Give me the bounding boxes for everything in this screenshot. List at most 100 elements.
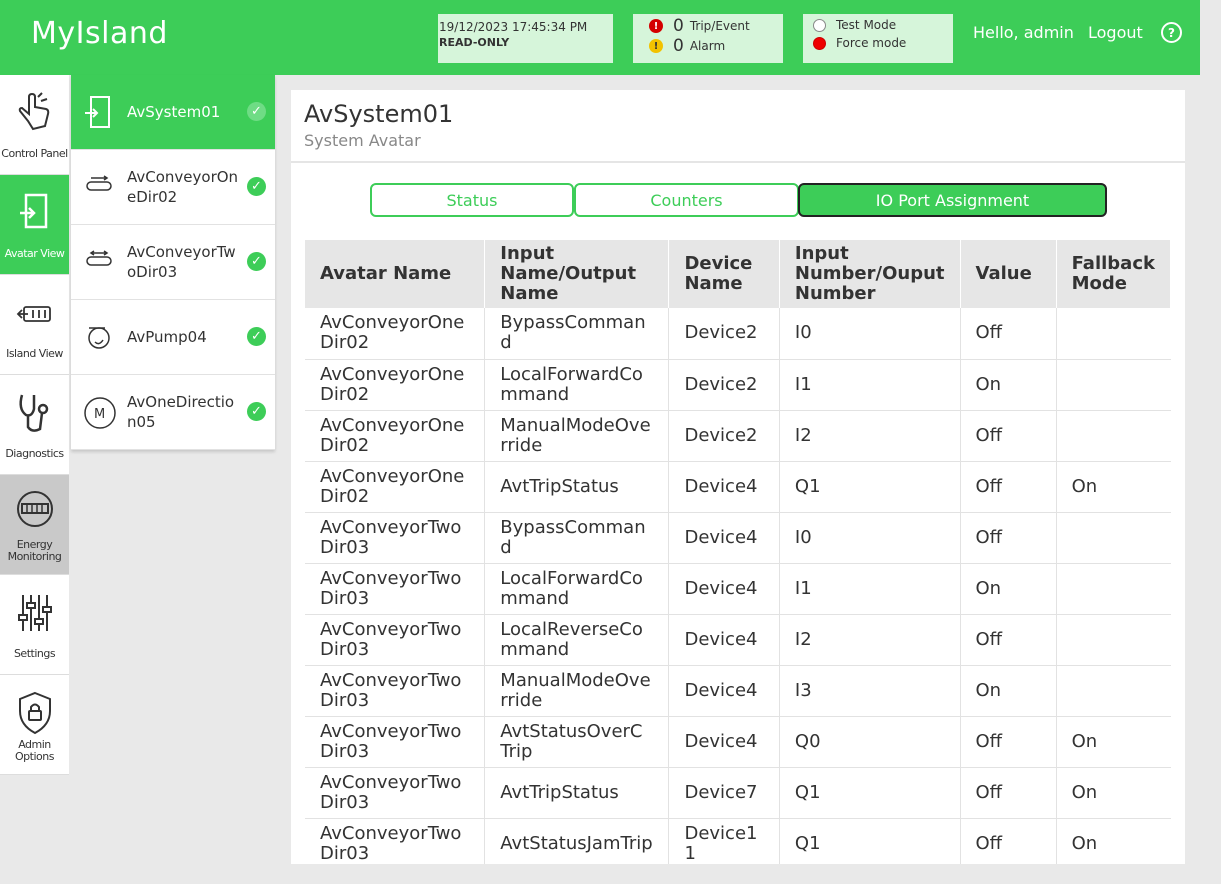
table-cell: On [1056, 818, 1171, 864]
avatar-list: AvSystem01 ✓ AvConveyorOneDir02 ✓ AvConv… [71, 75, 275, 450]
table-cell: Off [960, 716, 1057, 768]
table-row: AvConveyorOneDir02 LocalForwardCommand Dev… [305, 359, 1171, 411]
trip-count: 0 [673, 16, 684, 36]
column-header[interactable]: Value [960, 240, 1057, 308]
table-row: AvConveyorTwoDir03 LocalForwardCommand Dev… [305, 563, 1171, 615]
nav-avatar-view[interactable]: Avatar View [0, 175, 69, 275]
avatar-icon [20, 193, 48, 229]
table-cell: On [960, 359, 1057, 411]
table-cell: AvConveyorTwoDir03 [305, 716, 486, 768]
nav-label-avatar-view: Avatar View [4, 247, 65, 260]
table-cell: Device11 [668, 818, 780, 864]
avatar-list-item-conveyor-one-dir02[interactable]: AvConveyorOneDir02 ✓ [71, 150, 275, 225]
nav-admin-options[interactable]: Admin Options [0, 675, 69, 775]
logout-link[interactable]: Logout [1088, 23, 1143, 42]
column-header[interactable]: Avatar Name [305, 240, 486, 308]
table-row: AvConveyorTwoDir03 BypassCommand Device4 I0… [305, 512, 1171, 564]
table-cell: AvtStatusJamTrip [484, 818, 670, 864]
island-icon [16, 306, 51, 322]
test-mode-label: Test Mode [836, 18, 897, 32]
table-cell: Off [960, 461, 1057, 513]
conveyor-one-dir-icon [86, 175, 112, 191]
column-header[interactable]: Input Number/Ouput Number [779, 240, 961, 308]
table-row: AvConveyorTwoDir03 AvtStatusOverCTrip Devi… [305, 716, 1171, 768]
table-cell: Off [960, 614, 1057, 666]
force-mode-row[interactable]: Force mode [813, 36, 906, 50]
avatar-name: AvConveyorTwoDir03 [127, 243, 236, 281]
avatar-list-item-conveyor-two-dir03[interactable]: AvConveyorTwoDir03 ✓ [71, 225, 275, 300]
force-mode-label: Force mode [836, 36, 907, 50]
table-cell: AvConveyorOneDir02 [305, 308, 486, 360]
table-row: AvConveyorTwoDir03 AvtStatusJamTrip Device… [305, 818, 1171, 864]
table-cell: Q1 [779, 461, 961, 513]
tab-counters[interactable]: Counters [574, 183, 799, 217]
table-cell: AvConveyorTwoDir03 [305, 767, 486, 819]
test-mode-radio-icon[interactable] [813, 18, 826, 32]
table-cell: I2 [779, 410, 961, 462]
table-cell: I1 [779, 359, 961, 411]
avatar-list-item-pump04[interactable]: AvPump04 ✓ [71, 300, 275, 375]
table-cell: Q1 [779, 767, 961, 819]
table-cell: Device4 [668, 563, 780, 615]
conveyor-two-dir-icon [86, 250, 112, 266]
ok-check-icon: ✓ [247, 252, 266, 271]
sliders-icon [18, 595, 52, 631]
system-avatar-icon [85, 96, 110, 128]
table-cell: AvConveyorTwoDir03 [305, 614, 486, 666]
table-cell: AvConveyorTwoDir03 [305, 818, 486, 864]
table-cell [1056, 665, 1171, 717]
table-row: AvConveyorOneDir02 BypassCommand Device2 I0… [305, 308, 1171, 360]
alarm-count: 0 [673, 36, 684, 56]
nav-label-island-view: Island View [6, 347, 63, 360]
ok-check-icon: ✓ [247, 402, 266, 421]
table-cell: Off [960, 410, 1057, 462]
table-cell: Device2 [668, 359, 780, 411]
help-icon[interactable]: ? [1161, 22, 1182, 43]
table-row: AvConveyorTwoDir03 LocalReverseCommand Dev… [305, 614, 1171, 666]
table-row: AvConveyorOneDir02 AvtTripStatus Device4 Q1… [305, 461, 1171, 513]
column-header[interactable]: Input Name/Output Name [484, 240, 670, 308]
page-subtitle: System Avatar [304, 131, 421, 150]
column-header[interactable]: Fallback Mode [1056, 240, 1172, 308]
alarm-label: Alarm [689, 39, 726, 53]
motor-icon: M [84, 397, 116, 429]
pump-icon [88, 327, 110, 349]
svg-text:M: M [94, 407, 105, 422]
table-cell: Q1 [779, 818, 961, 864]
top-header: MyIsland 19/12/2023 17:45:34 PM READ-ONL… [0, 0, 1200, 75]
nav-diagnostics[interactable]: Diagnostics [0, 375, 69, 475]
divider [291, 161, 1185, 163]
nav-energy-monitoring[interactable]: Energy Monitoring [0, 475, 69, 575]
column-header[interactable]: Device Name [668, 240, 780, 308]
trip-label: Trip/Event [689, 19, 750, 33]
avatar-list-item-system01[interactable]: AvSystem01 ✓ [71, 75, 275, 150]
table-cell [1056, 563, 1171, 615]
table-cell: I0 [779, 512, 961, 564]
table-cell: I0 [779, 308, 961, 360]
nav-settings[interactable]: Settings [0, 575, 69, 675]
table-cell: On [1056, 716, 1171, 768]
table-cell: Device2 [668, 308, 780, 360]
ok-check-icon: ✓ [247, 177, 266, 196]
avatar-name: AvPump04 [127, 328, 207, 346]
test-mode-row[interactable]: Test Mode [813, 18, 896, 32]
nav-island-view[interactable]: Island View [0, 275, 69, 375]
table-header-row: Avatar Name Input Name/Output Name Devic… [305, 240, 1172, 308]
table-cell: Device4 [668, 461, 780, 513]
alarm-summary-box[interactable]: ! 0 Trip/Event ! 0 Alarm [633, 14, 783, 63]
nav-label-admin-options: Admin Options [15, 738, 54, 763]
tab-io-port-assignment[interactable]: IO Port Assignment [798, 183, 1107, 217]
avatar-name: AvOneDirection05 [127, 393, 235, 431]
greeting: Hello, admin [973, 23, 1074, 42]
force-mode-radio-icon[interactable] [813, 36, 826, 50]
table-cell: Off [960, 767, 1057, 819]
table-cell [1056, 359, 1171, 411]
table-cell: On [1056, 461, 1171, 513]
tab-status[interactable]: Status [370, 183, 574, 217]
table-cell: Device7 [668, 767, 780, 819]
mode-text: READ-ONLY [439, 36, 510, 49]
ok-check-icon: ✓ [247, 327, 266, 346]
table-row: AvConveyorOneDir02 ManualModeOverride Devi… [305, 410, 1171, 462]
nav-control-panel[interactable]: Control Panel [0, 75, 69, 175]
avatar-list-item-one-direction05[interactable]: M AvOneDirection05 ✓ [71, 375, 275, 450]
